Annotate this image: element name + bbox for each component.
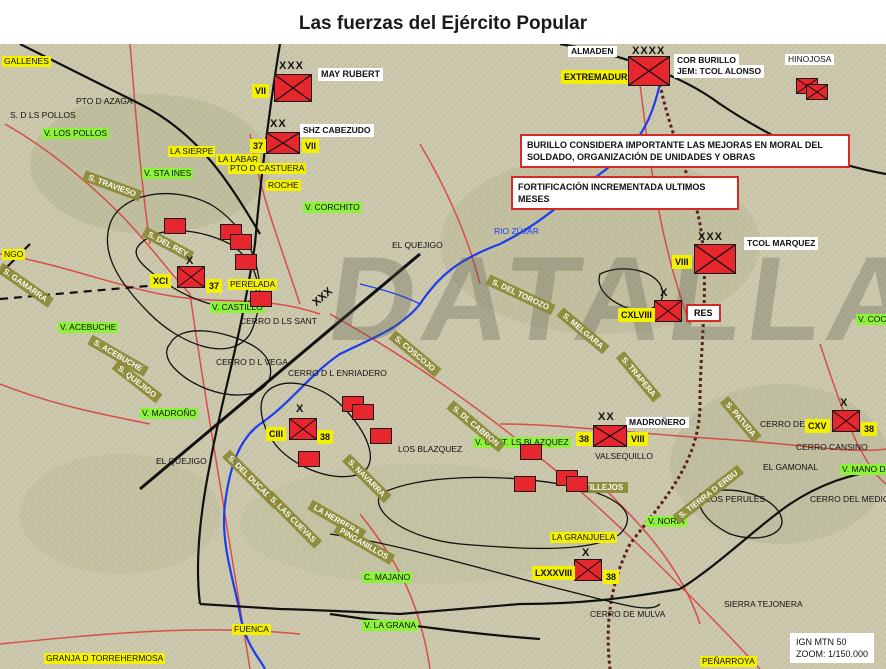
place-perelada: PERELADA [228, 279, 278, 290]
place-cerro-medico: CERRO DEL MEDICO [810, 494, 886, 504]
reserve-badge: RES [686, 304, 721, 322]
commander-marquez: TCOL MARQUEZ [744, 237, 819, 250]
place-gallenes: GALLENES [2, 56, 51, 67]
unit-small-xci-4[interactable] [235, 254, 257, 270]
commander-rubert: MAY RUBERT [318, 68, 384, 81]
place-v-sta-ines: V. STA INES [142, 168, 194, 179]
unit-small-xci-3[interactable] [230, 234, 252, 250]
label-cxv-division: 38 [861, 422, 878, 436]
note-fortificacion: FORTIFICACIÓN INCREMENTADA ULTIMOS MESES [511, 176, 739, 210]
place-v-la-grana: V. LA GRANA [362, 620, 419, 631]
place-v-coche: V. COCHE [856, 314, 886, 325]
tag-madronero: MADROÑERO [626, 417, 689, 428]
unit-viii-38[interactable] [593, 425, 627, 447]
place-v-madrono: V. MADROÑO [140, 408, 199, 419]
label-vii-37-division: 37 [250, 139, 267, 153]
place-granja: GRANJA D TORREHERMOSA [44, 653, 166, 664]
label-ciii-division: 38 [317, 430, 334, 444]
label-lxxxviii-division: 38 [603, 570, 620, 584]
label-cxlviii: CXLVIII [618, 308, 655, 322]
watermark-text: DATALLAS [320, 232, 886, 366]
unit-xci[interactable] [177, 266, 205, 288]
place-valsequillo: VALSEQUILLO [595, 451, 653, 461]
place-cerro-sant: CERRO D LS SANT [240, 316, 317, 326]
note-burillo: BURILLO CONSIDERA IMPORTANTE LAS MEJORAS… [520, 134, 850, 168]
scale-box: IGN MTN 50 ZOOM: 1/150.000 [789, 633, 874, 663]
unit-small-blazquez-4[interactable] [566, 476, 588, 492]
place-la-sierpe: LA SIERPE [168, 146, 216, 157]
unit-small-ciii[interactable] [298, 451, 320, 467]
unit-cxv[interactable] [832, 410, 860, 432]
scale-zoom: ZOOM: 1/150.000 [795, 649, 868, 659]
place-el-quejigo-s: EL QUEJIGO [156, 456, 207, 466]
unit-small-ciii-4[interactable] [370, 428, 392, 444]
label-xci: XCI [150, 274, 172, 288]
place-el-gamonal: EL GAMONAL [763, 462, 818, 472]
unit-lxxxviii[interactable] [574, 559, 602, 581]
unit-vii-37[interactable] [266, 132, 300, 154]
unit-small-blazquez-2[interactable] [514, 476, 536, 492]
unit-hinojosa-2[interactable] [806, 84, 828, 100]
place-el-quejigo-n: EL QUEJIGO [392, 240, 443, 250]
unit-small-blazquez-1[interactable] [520, 444, 542, 460]
label-viii-army: VIII [672, 255, 692, 269]
echelon-vii-army: XXX [279, 60, 305, 72]
label-xci-division: 37 [206, 279, 223, 293]
place-la-granjuela: LA GRANJUELA [550, 532, 618, 543]
chief-alonso: JEM: TCOL ALONSO [674, 65, 765, 78]
echelon-viii-army: XXX [698, 231, 724, 243]
unit-viii-army[interactable] [694, 244, 736, 274]
tag-almaden: ALMADEN [568, 46, 617, 57]
echelon-viii-38: XX [598, 411, 615, 423]
place-roche: ROCHE [266, 180, 301, 191]
label-viii-38-division: 38 [576, 432, 593, 446]
unit-small-ciii-3[interactable] [352, 404, 374, 420]
unit-extremadura-hq[interactable] [628, 56, 670, 86]
place-s-pollos: S. D LS POLLOS [10, 110, 76, 120]
place-cerro-vega: CERRO D L VEGA [216, 357, 288, 367]
tag-extremadura: EXTREMADURA [561, 70, 638, 84]
map-title: Las fuerzas del Ejército Popular [298, 13, 588, 34]
topographic-map: DATALLAS GALLENES PTO D AZAGA S. D LS PO… [0, 44, 886, 669]
place-cerro-cansino: CERRO CANSINO [796, 442, 868, 452]
label-vii-army: VII [252, 84, 270, 98]
tag-hinojosa: HINOJOSA [785, 54, 835, 65]
place-los-blazquez: LOS BLAZQUEZ [398, 444, 463, 454]
scale-source: IGN MTN 50 [795, 637, 847, 647]
echelon-vii-37: XX [270, 118, 287, 130]
echelon-xci: X [186, 255, 195, 267]
place-sierra-tejonera: SIERRA TEJONERA [724, 599, 803, 609]
commander-cabezudo: SHZ CABEZUDO [300, 124, 374, 137]
place-pto-castuera: PTO D CASTUERA [228, 163, 307, 174]
place-ngo: NGO [2, 249, 26, 260]
label-lxxxviii: LXXXVIII [532, 566, 576, 580]
place-pto-azaga: PTO D AZAGA [76, 96, 133, 106]
place-fuenca: FUENCA [232, 624, 271, 635]
label-vii-37: VII [302, 139, 320, 153]
forest-patch [20, 454, 220, 574]
unit-vii-army[interactable] [274, 74, 312, 102]
place-v-corchito: V. CORCHITO [303, 202, 362, 213]
unit-small-xci-5[interactable] [250, 291, 272, 307]
place-v-pollos: V. LOS POLLOS [42, 128, 109, 139]
label-cxv: CXV [805, 419, 830, 433]
place-v-mano-de: V. MANO DE [840, 464, 886, 475]
place-c-majano: C. MAJANO [362, 572, 413, 583]
place-penarroya: PEÑARROYA [700, 656, 757, 667]
place-rio-zujar: RIO ZÚJAR [494, 226, 539, 236]
echelon-lxxxviii: X [582, 547, 591, 559]
unit-cxlviii[interactable] [654, 300, 682, 322]
echelon-xxxx: XXXX [632, 45, 666, 57]
unit-ciii[interactable] [289, 418, 317, 440]
label-ciii: CIII [266, 427, 287, 441]
place-cerro-de: CERRO DE [760, 419, 805, 429]
echelon-cxv: X [840, 397, 849, 409]
place-cerro-enriadero: CERRO D L ENRIADERO [288, 368, 387, 378]
place-cerro-mulva: CERRO DE MULVA [590, 609, 666, 619]
echelon-cxlviii: X [660, 287, 669, 299]
label-viii-38: VIII [628, 432, 648, 446]
echelon-ciii: X [296, 403, 305, 415]
unit-small-xci-1[interactable] [164, 218, 186, 234]
place-v-acebuche: V. ACEBUCHE [58, 322, 119, 333]
